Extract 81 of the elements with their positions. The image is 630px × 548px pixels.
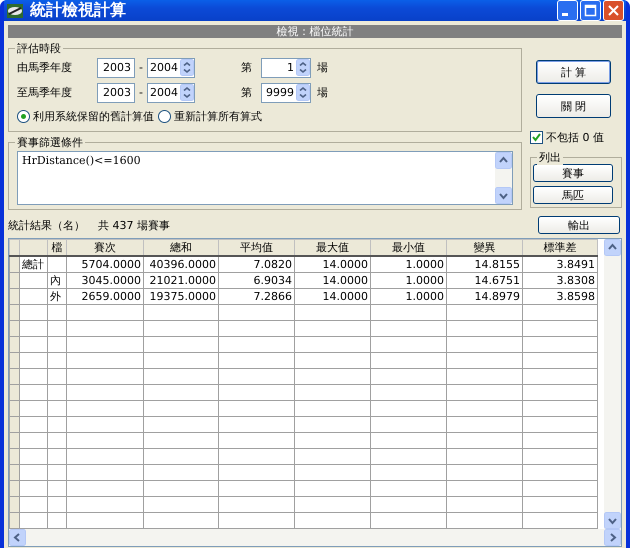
calculate-button[interactable]: 計 算: [536, 60, 611, 84]
table-cell: 7.2866: [218, 288, 294, 304]
table-cell: 6.9034: [218, 272, 294, 288]
maximize-button[interactable]: [580, 0, 601, 21]
field-label: 至馬季年度: [17, 85, 73, 100]
spinner-icon[interactable]: [180, 59, 194, 76]
race-spinner[interactable]: 1: [261, 58, 311, 78]
table-cell: 2659.0000: [66, 288, 144, 304]
year-spinner[interactable]: 2004: [147, 82, 195, 102]
group-title: 列出: [537, 150, 563, 165]
close-dialog-button[interactable]: 關 閉: [536, 94, 611, 118]
table-cell: 14.6751: [446, 272, 522, 288]
group-title: 賽事篩選條件: [15, 135, 85, 150]
scroll-down-icon[interactable]: [604, 512, 621, 529]
column-header[interactable]: 檔: [48, 240, 66, 256]
list-button[interactable]: 馬匹: [533, 186, 613, 204]
table-cell: 5704.0000: [66, 256, 144, 272]
exclude-zero-checkbox[interactable]: 不包括 0 值: [530, 130, 622, 145]
check-icon: [531, 132, 542, 143]
table-cell: 14.8979: [446, 288, 522, 304]
table-cell: 1.0000: [370, 288, 446, 304]
filter-field[interactable]: HrDistance()<=1600: [17, 151, 513, 205]
close-button[interactable]: [603, 0, 624, 21]
table-cell: 7.0820: [218, 256, 294, 272]
spinner-icon[interactable]: [296, 84, 310, 101]
table-cell: 內: [48, 272, 66, 288]
year-field[interactable]: 2003: [97, 82, 135, 102]
app-icon: [6, 2, 24, 20]
group-title: 評估時段: [15, 41, 63, 56]
list-button[interactable]: 賽事: [533, 164, 613, 182]
dash-label: -: [138, 61, 144, 74]
table-cell: 總計: [20, 256, 48, 272]
table-cell: 3045.0000: [66, 272, 144, 288]
column-header[interactable]: 最小值: [370, 240, 446, 256]
table-cell: 外: [48, 288, 66, 304]
radio-option[interactable]: 利用系統保留的舊計算值: [17, 108, 154, 124]
scroll-left-icon[interactable]: [9, 529, 26, 546]
export-button[interactable]: 輸出: [538, 216, 620, 234]
row-header[interactable]: [10, 256, 20, 272]
table-cell: 19375.0000: [144, 288, 218, 304]
scroll-down-icon[interactable]: [495, 187, 512, 204]
window-title: 統計檢視計算: [30, 0, 127, 21]
table-cell: 14.0000: [294, 272, 370, 288]
scroll-up-icon[interactable]: [604, 239, 621, 256]
maximize-icon: [583, 3, 598, 18]
minimize-icon: [562, 13, 568, 16]
column-header[interactable]: 標準差: [522, 240, 598, 256]
year-field[interactable]: 2003: [97, 58, 135, 78]
field-label: 第: [241, 85, 253, 100]
scroll-right-icon[interactable]: [604, 529, 621, 546]
year-spinner[interactable]: 2004: [147, 58, 195, 78]
close-icon: [606, 3, 621, 18]
table-cell: 40396.0000: [144, 256, 218, 272]
column-header[interactable]: 賽次: [66, 240, 144, 256]
radio-option[interactable]: 重新計算所有算式: [158, 108, 262, 124]
spinner-icon[interactable]: [296, 59, 310, 76]
table-cell: 14.0000: [294, 256, 370, 272]
table-cell: 1.0000: [370, 256, 446, 272]
field-label: 場: [317, 60, 328, 75]
column-header[interactable]: 變異: [446, 240, 522, 256]
field-label: 場: [317, 85, 328, 100]
results-count: 共 437 場賽事: [98, 218, 171, 232]
spinner-icon[interactable]: [180, 84, 194, 101]
race-spinner[interactable]: 9999: [261, 82, 311, 102]
column-header[interactable]: 最大值: [294, 240, 370, 256]
table-cell: 1.0000: [370, 272, 446, 288]
table-cell: 3.8491: [522, 256, 598, 272]
table-cell: 3.8308: [522, 272, 598, 288]
column-header[interactable]: 總和: [144, 240, 218, 256]
field-label: 由馬季年度: [17, 60, 73, 75]
column-header[interactable]: 平均值: [218, 240, 294, 256]
table-cell: 14.0000: [294, 288, 370, 304]
field-label: 第: [241, 60, 253, 75]
view-banner: 檢視：檔位統計: [8, 25, 622, 38]
scroll-up-icon[interactable]: [495, 152, 512, 169]
table-cell: 14.8155: [446, 256, 522, 272]
minimize-button[interactable]: [557, 0, 578, 21]
dash-label: -: [138, 86, 144, 99]
table-cell: 3.8598: [522, 288, 598, 304]
results-label: 統計結果（名）: [8, 218, 86, 232]
table-cell: 21021.0000: [144, 272, 218, 288]
